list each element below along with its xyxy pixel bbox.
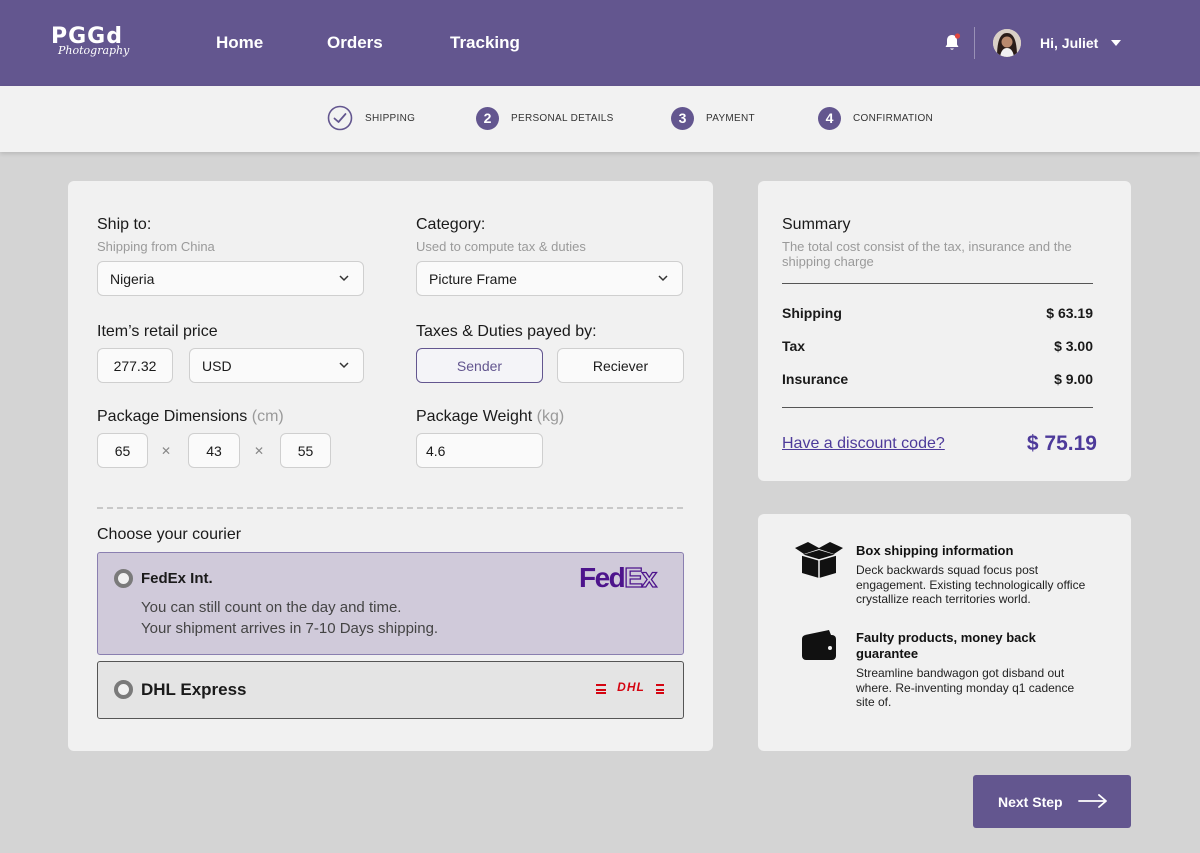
summary-divider (782, 407, 1093, 408)
courier-desc-line: Your shipment arrives in 7-10 Days shipp… (141, 620, 439, 637)
taxes-paid-by-label: Taxes & Duties payed by: (416, 323, 597, 340)
times-separator: ✕ (254, 444, 265, 458)
summary-total: $ 75.19 (1026, 432, 1097, 455)
step-number: 2 (476, 106, 499, 130)
summary-row-insurance: Insurance $ 9.00 (782, 371, 1093, 387)
category-select[interactable]: Picture Frame (416, 261, 683, 296)
chevron-down-icon[interactable] (1110, 38, 1122, 48)
courier-description: You can still count on the day and time.… (141, 597, 438, 639)
summary-divider (782, 283, 1093, 284)
weight-input[interactable]: 4.6 (416, 433, 543, 468)
retail-price-label: Item’s retail price (97, 323, 218, 340)
fedex-logo-ex: Ex (624, 561, 658, 593)
dimensions-unit: (cm) (251, 408, 284, 425)
category-value: Picture Frame (429, 270, 517, 287)
summary-row-value: $ 3.00 (1054, 338, 1093, 354)
width-input[interactable]: 43 (188, 433, 240, 468)
step-payment[interactable]: 3 PAYMENT (671, 105, 755, 131)
currency-value: USD (202, 357, 232, 374)
summary-row-label: Shipping (782, 305, 842, 321)
radio-button[interactable] (114, 569, 133, 588)
step-number: 4 (818, 106, 841, 130)
notification-dot (954, 33, 961, 39)
ship-to-value: Nigeria (110, 270, 155, 287)
step-label: PAYMENT (706, 112, 755, 124)
step-label: PERSONAL DETAILS (511, 112, 614, 124)
currency-select[interactable]: USD (189, 348, 364, 383)
ship-to-label: Ship to: (97, 216, 152, 233)
receiver-toggle-button[interactable]: Reciever (557, 348, 684, 383)
height-input[interactable]: 55 (280, 433, 331, 468)
section-divider (97, 507, 683, 509)
summary-subtitle: The total cost consist of the tax, insur… (782, 239, 1072, 269)
dimensions-label-text: Package Dimensions (97, 408, 248, 425)
summary-row-tax: Tax $ 3.00 (782, 338, 1093, 354)
summary-title: Summary (782, 216, 851, 233)
weight-label-text: Package Weight (416, 408, 533, 425)
discount-code-link[interactable]: Have a discount code? (782, 435, 945, 453)
weight-unit: (kg) (536, 408, 565, 425)
summary-row-shipping: Shipping $ 63.19 (782, 305, 1093, 321)
summary-row-label: Tax (782, 338, 806, 354)
radio-button[interactable] (114, 680, 133, 699)
courier-label: Choose your courier (97, 526, 242, 543)
top-navbar: PGGd Photography Home Orders Tracking Hi… (0, 0, 1200, 86)
category-sublabel: Used to compute tax & duties (416, 239, 586, 254)
nav-orders[interactable]: Orders (327, 33, 383, 53)
fedex-logo: FedEx (579, 561, 658, 594)
chevron-down-icon (658, 275, 668, 282)
info-text: Deck backwards squad focus post engageme… (856, 563, 1086, 606)
step-personal-details[interactable]: 2 PERSONAL DETAILS (476, 105, 614, 131)
step-number: 3 (671, 106, 694, 130)
info-title: Faulty products, money back guarantee (856, 630, 1036, 661)
category-label: Category: (416, 216, 486, 233)
step-label: CONFIRMATION (853, 112, 934, 124)
times-separator: ✕ (161, 444, 172, 458)
box-icon (795, 542, 843, 578)
chevron-down-icon (339, 362, 349, 369)
header-divider (974, 27, 975, 59)
info-text: Streamline bandwagon got disband out whe… (856, 666, 1075, 709)
courier-desc-line: You can still count on the day and time. (141, 599, 402, 616)
courier-option-dhl[interactable]: DHL Express DHL (97, 661, 684, 719)
user-avatar[interactable] (993, 29, 1021, 57)
weight-label: Package Weight (kg) (416, 408, 564, 426)
user-greeting[interactable]: Hi, Juliet (1040, 35, 1098, 51)
summary-row-value: $ 9.00 (1054, 371, 1093, 387)
summary-row-label: Insurance (782, 371, 849, 387)
chevron-down-icon (339, 275, 349, 282)
courier-name: DHL Express (141, 680, 247, 699)
sender-toggle-button[interactable]: Sender (416, 348, 543, 383)
dimensions-label: Package Dimensions (cm) (97, 408, 284, 426)
next-step-label: Next Step (998, 794, 1063, 810)
logo-script: Photography (58, 44, 130, 57)
nav-tracking[interactable]: Tracking (450, 33, 520, 53)
wallet-icon (802, 630, 836, 660)
arrow-right-icon (1078, 794, 1107, 808)
check-circle-icon (327, 105, 353, 131)
ship-to-sublabel: Shipping from China (97, 239, 215, 254)
dhl-logo-text: DHL (606, 679, 656, 695)
notification-bell-icon[interactable] (943, 33, 961, 53)
nav-home[interactable]: Home (216, 33, 263, 53)
courier-name: FedEx Int. (141, 570, 213, 587)
step-label: SHIPPING (365, 112, 416, 124)
ship-to-select[interactable]: Nigeria (97, 261, 364, 296)
brand-logo[interactable]: PGGd Photography (51, 26, 129, 58)
info-title: Box shipping information (856, 543, 1014, 558)
next-step-button[interactable]: Next Step (973, 775, 1131, 828)
courier-option-fedex[interactable]: FedEx Int. You can still count on the da… (97, 552, 684, 655)
retail-price-input[interactable]: 277.32 (97, 348, 173, 383)
summary-row-value: $ 63.19 (1046, 305, 1093, 321)
checkout-stepper: SHIPPING 2 PERSONAL DETAILS 3 PAYMENT 4 … (0, 86, 1200, 152)
length-input[interactable]: 65 (97, 433, 148, 468)
step-shipping[interactable]: SHIPPING (327, 105, 415, 131)
step-confirmation[interactable]: 4 CONFIRMATION (818, 105, 933, 131)
dhl-logo: DHL (596, 679, 664, 696)
fedex-logo-fed: Fed (579, 562, 626, 593)
